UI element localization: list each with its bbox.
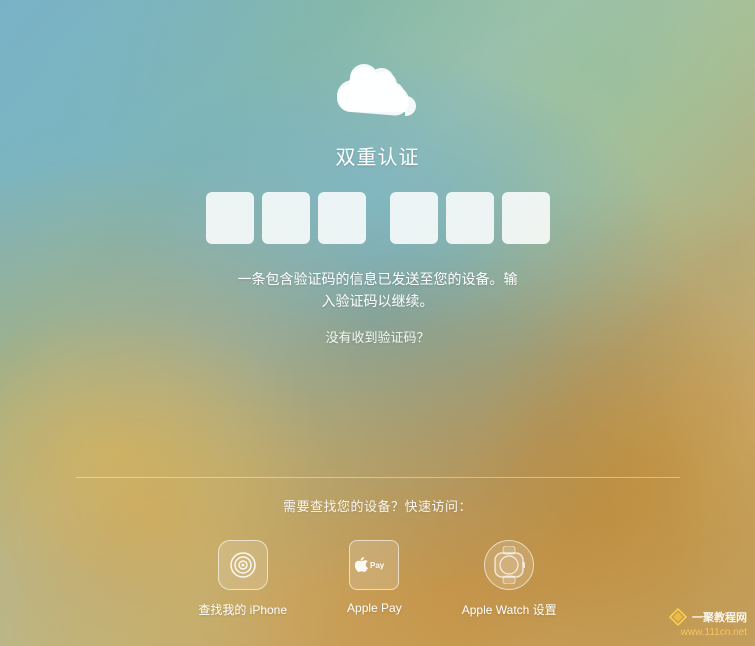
description-text: 一条包含验证码的信息已发送至您的设备。输入验证码以继续。 (238, 268, 518, 313)
findmy-label: 查找我的 iPhone (198, 601, 287, 618)
code-input-area (202, 192, 554, 244)
code-box-3[interactable] (318, 192, 366, 244)
findmy-icon (217, 539, 269, 591)
page-title: 双重认证 (336, 141, 420, 170)
quick-access-section: 需要查找您的设备？快速访问： 查找我的 iPhone (0, 477, 755, 646)
quick-access-label: 需要查找您的设备？快速访问： (283, 496, 472, 515)
code-box-4[interactable] (390, 192, 438, 244)
code-box-5[interactable] (446, 192, 494, 244)
code-box-gap (370, 192, 386, 244)
applewatch-label: Apple Watch 设置 (462, 601, 557, 618)
cloud-icon (333, 60, 423, 125)
main-container: 双重认证 一条包含验证码的信息已发送至您的设备。输入验证码以继续。 没有收到验证… (0, 0, 755, 646)
device-buttons: 查找我的 iPhone Pay Apple Pay (198, 539, 556, 618)
code-box-1[interactable] (206, 192, 254, 244)
resend-link[interactable]: 没有收到验证码？ (325, 327, 429, 346)
svg-text:Pay: Pay (370, 561, 385, 570)
applepay-button[interactable]: Pay Apple Pay (347, 539, 402, 615)
findmy-iphone-button[interactable]: 查找我的 iPhone (198, 539, 287, 618)
applewatch-icon (483, 539, 535, 591)
code-box-2[interactable] (262, 192, 310, 244)
applepay-label: Apple Pay (347, 601, 402, 615)
applewatch-button[interactable]: Apple Watch 设置 (462, 539, 557, 618)
applepay-icon: Pay (348, 539, 400, 591)
divider (76, 477, 680, 478)
code-box-6[interactable] (502, 192, 550, 244)
